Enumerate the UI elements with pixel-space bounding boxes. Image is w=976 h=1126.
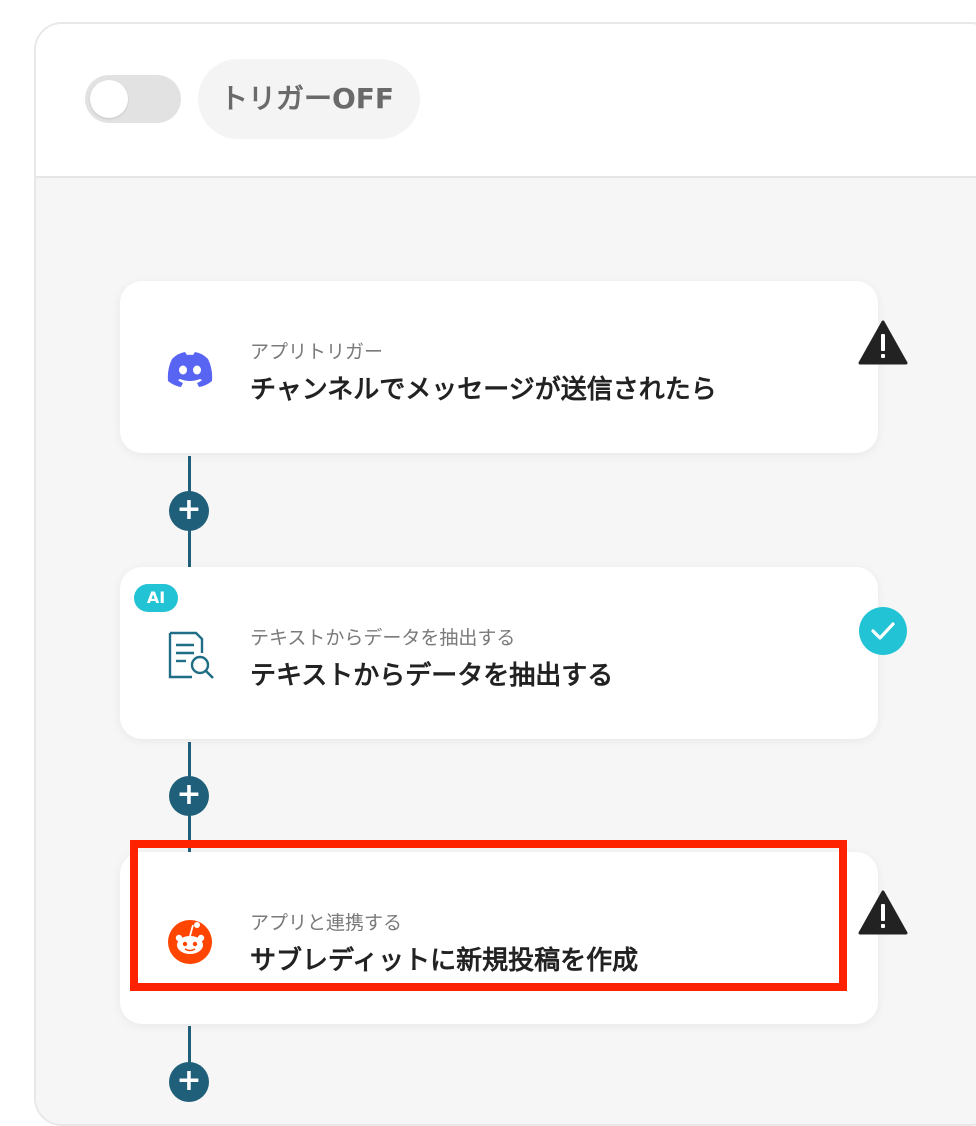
discord-icon bbox=[162, 341, 218, 397]
step-subtitle: テキストからデータを抽出する bbox=[250, 627, 516, 649]
flow-step-card[interactable]: アプリトリガー チャンネルでメッセージが送信されたら bbox=[120, 281, 878, 453]
warning-icon[interactable] bbox=[858, 318, 908, 368]
document-search-icon bbox=[162, 627, 218, 683]
add-step-button[interactable]: + bbox=[169, 491, 209, 531]
add-step-button[interactable]: + bbox=[169, 776, 209, 816]
step-title: テキストからデータを抽出する bbox=[250, 661, 614, 691]
step-subtitle: アプリトリガー bbox=[250, 341, 384, 363]
step-title: チャンネルでメッセージが送信されたら bbox=[250, 375, 717, 405]
highlight-box bbox=[130, 840, 847, 991]
warning-icon[interactable] bbox=[858, 888, 908, 938]
trigger-status-label: トリガーOFF bbox=[198, 59, 421, 139]
panel-header: トリガーOFF bbox=[36, 24, 976, 178]
flow-step-card[interactable]: AI テキストからデータを抽出する テキストからデータを抽出する bbox=[120, 567, 878, 739]
trigger-toggle[interactable] bbox=[85, 75, 181, 123]
check-icon[interactable] bbox=[858, 606, 908, 656]
ai-badge: AI bbox=[134, 584, 178, 612]
toggle-knob bbox=[90, 80, 128, 118]
add-step-button[interactable]: + bbox=[169, 1062, 209, 1102]
